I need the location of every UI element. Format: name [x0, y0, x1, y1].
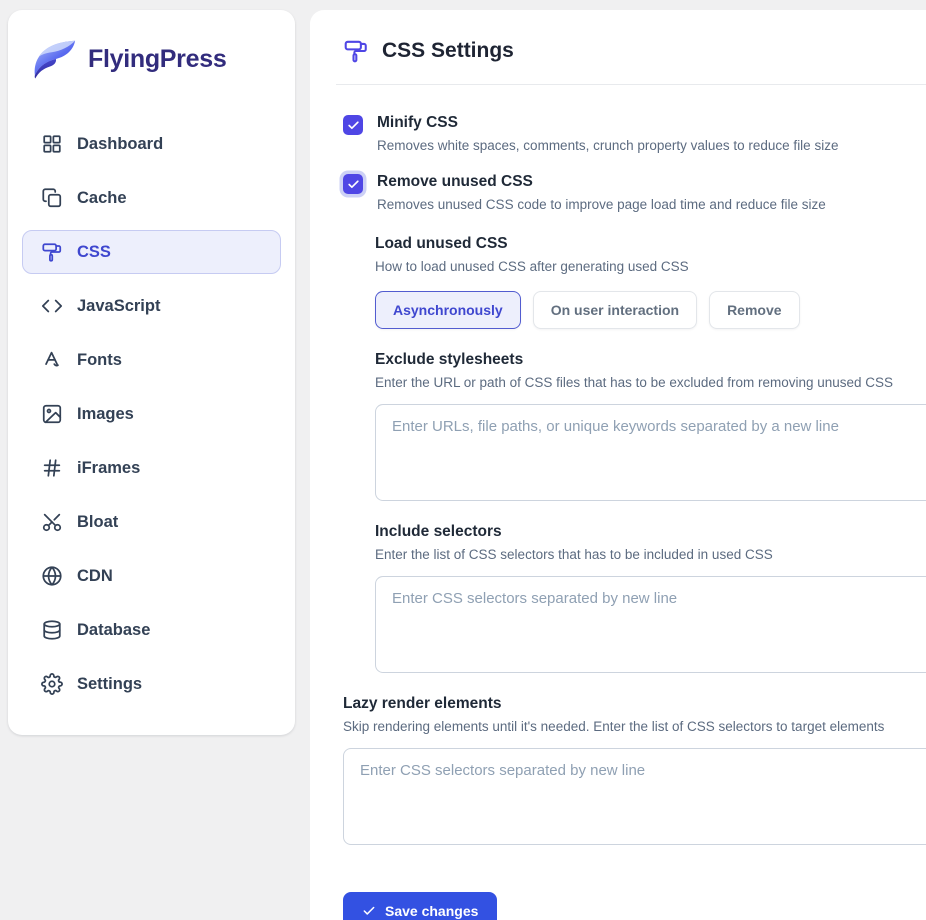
setting-title: Exclude stylesheets: [375, 351, 524, 368]
sidebar-item-label: JavaScript: [77, 296, 161, 315]
sidebar-item-label: Bloat: [77, 512, 119, 531]
gear-icon: [41, 673, 63, 695]
app-logo: FlyingPress: [22, 36, 281, 82]
setting-title: Lazy render elements: [343, 695, 502, 712]
cache-icon: [41, 187, 63, 209]
sidebar-item-settings[interactable]: Settings: [22, 662, 281, 706]
page-title: CSS Settings: [382, 39, 514, 62]
app-name: FlyingPress: [88, 44, 227, 73]
remove-unused-css-text: Remove unused CSS Removes unused CSS cod…: [377, 172, 826, 214]
setting-title: Load unused CSS: [375, 235, 508, 252]
image-icon: [41, 403, 63, 425]
include-selectors-textarea[interactable]: [375, 576, 926, 673]
sidebar-item-iframes[interactable]: iFrames: [22, 446, 281, 490]
check-icon: [363, 906, 375, 915]
setting-description: Skip rendering elements until it's neede…: [343, 719, 885, 734]
sidebar-item-label: Images: [77, 404, 134, 423]
setting-description: Enter the list of CSS selectors that has…: [375, 547, 773, 562]
option-asynchronously-button[interactable]: Asynchronously: [375, 291, 521, 329]
sidebar-nav: Dashboard Cache CSS JavaScript Fonts Ima…: [22, 122, 281, 706]
sidebar-item-label: Dashboard: [77, 134, 164, 153]
sidebar-item-label: CSS: [77, 242, 111, 261]
sidebar-item-fonts[interactable]: Fonts: [22, 338, 281, 382]
scissors-icon: [41, 511, 63, 533]
minify-css-text: Minify CSS Removes white spaces, comment…: [377, 113, 838, 155]
load-unused-css-setting: Load unused CSS How to load unused CSS a…: [375, 234, 926, 329]
flyingpress-logo-icon: [34, 40, 76, 79]
sidebar-item-cdn[interactable]: CDN: [22, 554, 281, 598]
code-icon: [41, 295, 63, 317]
save-changes-button[interactable]: Save changes: [343, 892, 498, 920]
include-selectors-setting: Include selectors Enter the list of CSS …: [375, 522, 926, 673]
hash-icon: [41, 457, 63, 479]
setting-description: Enter the URL or path of CSS files that …: [375, 375, 894, 390]
header-divider: [336, 84, 926, 85]
paint-roller-icon: [343, 38, 369, 64]
setting-description: How to load unused CSS after generating …: [375, 259, 689, 274]
sidebar-item-dashboard[interactable]: Dashboard: [22, 122, 281, 166]
css-settings-panel: CSS Settings Minify CSS Removes white sp…: [310, 10, 926, 920]
option-on-user-interaction-button[interactable]: On user interaction: [532, 291, 698, 329]
load-unused-css-option-group: Asynchronously On user interaction Remov…: [375, 291, 926, 329]
save-changes-label: Save changes: [385, 903, 479, 919]
option-remove-button[interactable]: Remove: [709, 291, 800, 329]
sidebar-item-label: Cache: [77, 188, 127, 207]
sidebar-item-label: iFrames: [77, 458, 141, 477]
setting-title: Include selectors: [375, 523, 502, 540]
remove-unused-css-checkbox[interactable]: [343, 174, 363, 194]
sidebar-item-label: Settings: [77, 674, 143, 693]
dashboard-icon: [41, 133, 63, 155]
minify-css-setting: Minify CSS Removes white spaces, comment…: [343, 113, 926, 155]
sidebar-item-css[interactable]: CSS: [22, 230, 281, 274]
database-icon: [41, 619, 63, 641]
lazy-render-elements-setting: Lazy render elements Skip rendering elem…: [343, 694, 926, 845]
check-icon: [347, 120, 359, 129]
sidebar-item-label: Database: [77, 620, 151, 639]
sidebar-item-database[interactable]: Database: [22, 608, 281, 652]
remove-unused-css-setting: Remove unused CSS Removes unused CSS cod…: [343, 172, 926, 214]
sidebar-item-label: CDN: [77, 566, 113, 585]
page-header: CSS Settings: [343, 38, 926, 64]
minify-css-checkbox[interactable]: [343, 115, 363, 135]
globe-icon: [41, 565, 63, 587]
settings-content: Minify CSS Removes white spaces, comment…: [343, 113, 926, 920]
fonts-icon: [41, 349, 63, 371]
setting-title: Remove unused CSS: [377, 173, 533, 190]
sidebar-item-images[interactable]: Images: [22, 392, 281, 436]
setting-description: Removes white spaces, comments, crunch p…: [377, 138, 839, 153]
remove-unused-css-options: Load unused CSS How to load unused CSS a…: [375, 234, 926, 673]
sidebar-item-bloat[interactable]: Bloat: [22, 500, 281, 544]
setting-description: Removes unused CSS code to improve page …: [377, 197, 826, 212]
sidebar-item-javascript[interactable]: JavaScript: [22, 284, 281, 328]
exclude-stylesheets-setting: Exclude stylesheets Enter the URL or pat…: [375, 350, 926, 501]
sidebar-item-label: Fonts: [77, 350, 122, 369]
check-icon: [347, 179, 359, 188]
exclude-stylesheets-textarea[interactable]: [375, 404, 926, 501]
lazy-render-elements-textarea[interactable]: [343, 748, 926, 845]
sidebar: FlyingPress Dashboard Cache CSS JavaScri…: [8, 10, 295, 735]
setting-title: Minify CSS: [377, 114, 458, 131]
paint-roller-icon: [41, 241, 63, 263]
sidebar-item-cache[interactable]: Cache: [22, 176, 281, 220]
